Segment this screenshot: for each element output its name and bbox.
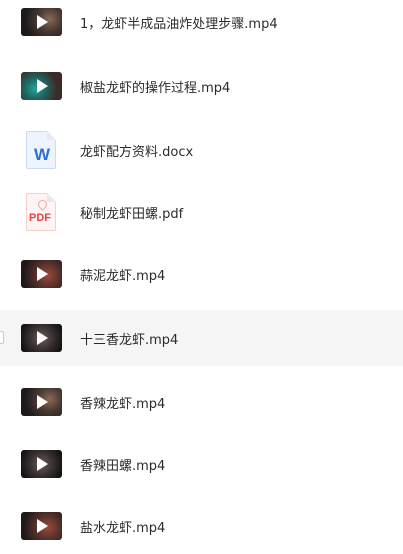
row-checkbox[interactable] <box>0 331 4 344</box>
pdf-document-icon: PDF <box>20 193 62 231</box>
word-document-icon: W <box>20 131 62 169</box>
file-name: 盐水龙虾.mp4 <box>80 520 166 536</box>
file-name: 椒盐龙虾的操作过程.mp4 <box>80 80 231 96</box>
video-thumbnail-icon <box>20 323 62 353</box>
file-row[interactable]: 香辣田螺.mp4 <box>0 436 403 492</box>
play-icon <box>37 519 48 533</box>
video-thumbnail-icon <box>20 259 62 289</box>
video-thumbnail-icon <box>20 511 62 541</box>
file-row[interactable]: W 龙虾配方资料.docx <box>0 122 403 178</box>
play-icon <box>37 267 48 281</box>
file-row[interactable]: PDF 秘制龙虾田螺.pdf <box>0 184 403 240</box>
video-thumbnail-icon <box>20 449 62 479</box>
file-list: 1，龙虾半成品油炸处理步骤.mp4 椒盐龙虾的操作过程.mp4 W 龙虾配方资料… <box>0 0 403 548</box>
play-icon <box>37 79 48 93</box>
file-name: 蒜泥龙虾.mp4 <box>80 268 166 284</box>
file-row-selected[interactable]: 十三香龙虾.mp4 <box>0 310 403 366</box>
file-name: 1，龙虾半成品油炸处理步骤.mp4 <box>80 16 278 32</box>
video-thumbnail-icon <box>20 387 62 417</box>
play-icon <box>37 15 48 29</box>
file-name: 香辣龙虾.mp4 <box>80 396 166 412</box>
file-row[interactable]: 椒盐龙虾的操作过程.mp4 <box>0 58 403 114</box>
file-name: 十三香龙虾.mp4 <box>80 332 179 348</box>
video-thumbnail-icon <box>20 71 62 101</box>
file-row[interactable]: 香辣龙虾.mp4 <box>0 374 403 430</box>
file-row[interactable]: 盐水龙虾.mp4 <box>0 498 403 554</box>
video-thumbnail-icon <box>20 7 62 37</box>
play-icon <box>37 395 48 409</box>
file-name: 龙虾配方资料.docx <box>80 144 194 160</box>
file-name: 秘制龙虾田螺.pdf <box>80 206 184 222</box>
play-icon <box>37 457 48 471</box>
file-name: 香辣田螺.mp4 <box>80 458 166 474</box>
file-row[interactable]: 1，龙虾半成品油炸处理步骤.mp4 <box>0 0 403 50</box>
file-row[interactable]: 蒜泥龙虾.mp4 <box>0 246 403 302</box>
play-icon <box>37 331 48 345</box>
